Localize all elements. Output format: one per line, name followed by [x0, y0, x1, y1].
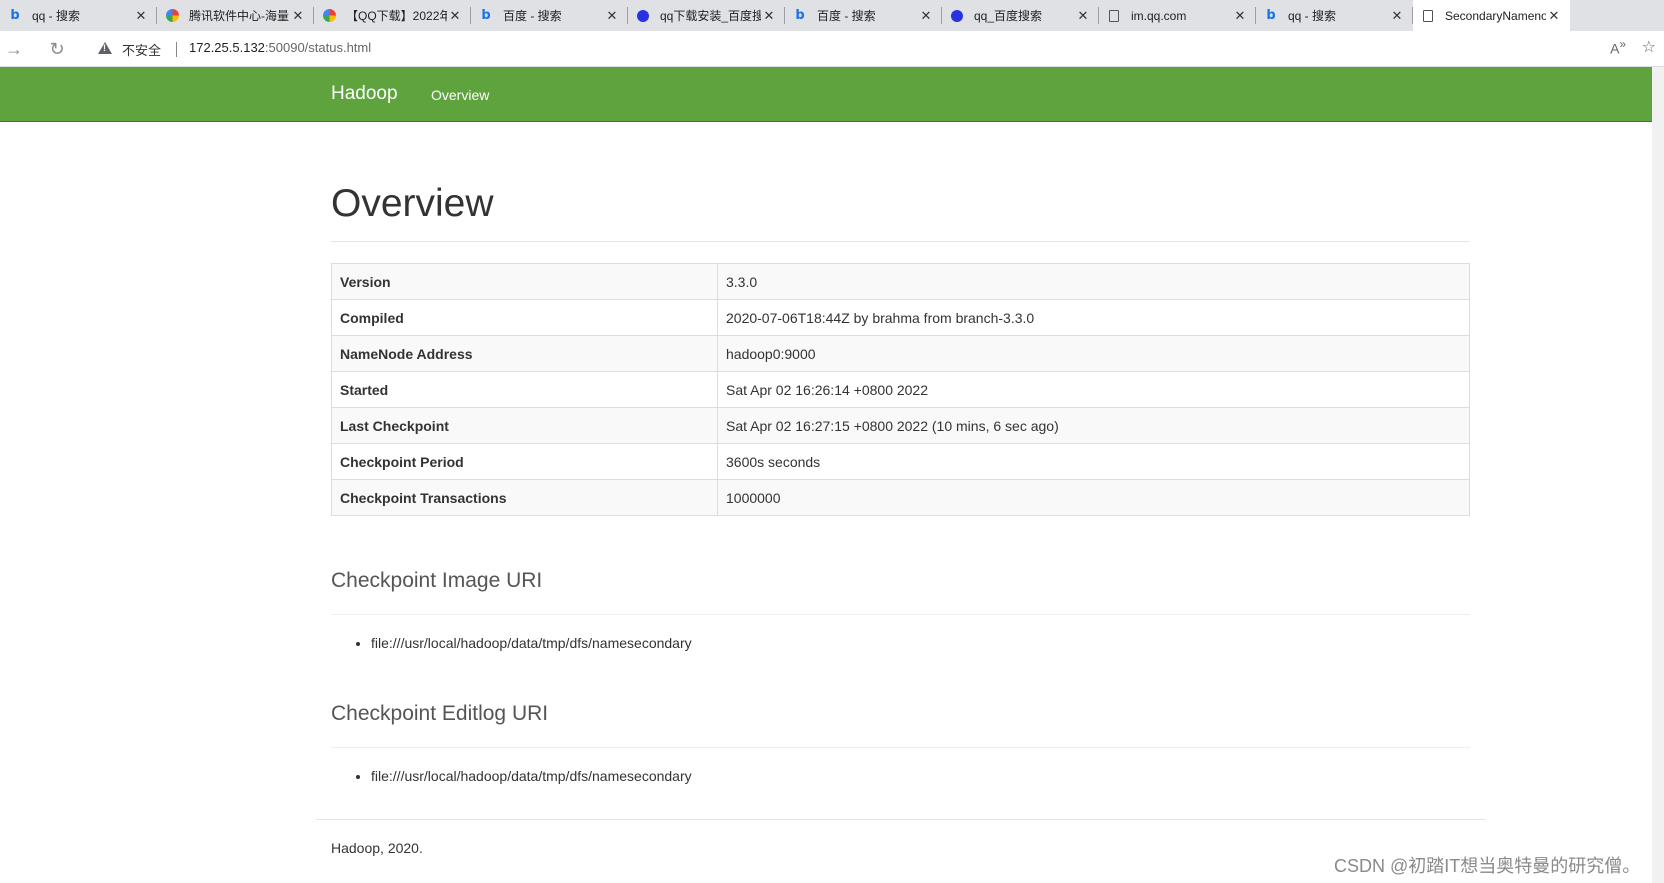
row-value: Sat Apr 02 16:26:14 +0800 2022 [717, 371, 1470, 408]
reload-icon[interactable]: ↻ [45, 37, 69, 61]
warning-icon[interactable] [98, 42, 112, 54]
table-row: Started Sat Apr 02 16:26:14 +0800 2022 [331, 371, 1470, 408]
tencent-software-icon [165, 9, 179, 23]
row-value: 1000000 [717, 479, 1470, 516]
browser-tab-strip: b qq - 搜索 ✕ 腾讯软件中心-海量 ✕ 【QQ下载】2022年 ✕ b … [0, 0, 1664, 31]
bing-icon: b [795, 8, 805, 23]
browser-tab[interactable]: 腾讯软件中心-海量 ✕ [157, 0, 314, 31]
tab-title: 百度 - 搜索 [503, 9, 562, 23]
tab-title: qq - 搜索 [1288, 9, 1337, 23]
url-host: 172.25.5.132 [189, 40, 265, 55]
forward-arrow-icon[interactable]: → [2, 37, 26, 61]
row-key: NameNode Address [331, 335, 718, 372]
security-label[interactable]: 不安全 [122, 40, 161, 59]
row-value: 3600s seconds [717, 443, 1470, 480]
nav-link-overview[interactable]: Overview [431, 87, 489, 103]
browser-tab[interactable]: b 百度 - 搜索 ✕ [471, 0, 628, 31]
tencent-software-icon [322, 9, 336, 23]
row-value: 3.3.0 [717, 263, 1470, 300]
divider [331, 614, 1470, 615]
table-row: Last Checkpoint Sat Apr 02 16:27:15 +080… [331, 407, 1470, 444]
page-icon [1421, 9, 1435, 23]
tab-title: qq_百度搜索 [974, 9, 1043, 23]
divider [331, 747, 1470, 748]
image-uri-heading: Checkpoint Image URI [331, 569, 543, 592]
table-row: Checkpoint Period 3600s seconds [331, 443, 1470, 480]
tab-title: SecondaryNamenode [1445, 8, 1546, 23]
browser-tab-active[interactable]: SecondaryNamenode ✕ [1413, 0, 1570, 31]
baidu-icon [950, 9, 964, 23]
close-icon[interactable]: ✕ [1546, 8, 1562, 24]
tab-title: im.qq.com [1131, 8, 1187, 23]
brand-logo[interactable]: Hadoop [331, 83, 398, 105]
row-value: Sat Apr 02 16:27:15 +0800 2022 (10 mins,… [717, 407, 1470, 444]
baidu-icon [636, 9, 650, 23]
list-item: file:///usr/local/hadoop/data/tmp/dfs/na… [371, 635, 692, 651]
row-key: Version [331, 263, 718, 300]
navbar: Hadoop Overview [0, 67, 1664, 122]
favorite-star-icon[interactable]: ☆ [1642, 37, 1656, 57]
browser-tab[interactable]: b 百度 - 搜索 ✕ [785, 0, 942, 31]
row-key: Checkpoint Period [331, 443, 718, 480]
row-key: Started [331, 371, 718, 408]
footer-divider [316, 819, 1486, 820]
table-row: NameNode Address hadoop0:9000 [331, 335, 1470, 372]
close-icon[interactable]: ✕ [918, 8, 934, 24]
tab-title: 百度 - 搜索 [817, 9, 876, 23]
address-bar: → ↻ 不安全 172.25.5.132:50090/status.html A… [0, 31, 1664, 67]
watermark: CSDN @初踏IT想当奥特曼的研究僧。 [1334, 856, 1641, 876]
close-icon[interactable]: ✕ [1075, 8, 1091, 24]
scrollbar[interactable] [1652, 67, 1664, 883]
editlog-uri-list: file:///usr/local/hadoop/data/tmp/dfs/na… [331, 768, 692, 784]
bing-icon: b [481, 8, 491, 23]
url-path: :50090/status.html [264, 40, 372, 55]
divider [176, 42, 177, 57]
close-icon[interactable]: ✕ [1232, 8, 1248, 24]
footer-text: Hadoop, 2020. [331, 840, 423, 856]
tab-title: 【QQ下载】2022年 [346, 9, 447, 23]
table-row: Version 3.3.0 [331, 263, 1470, 300]
table-row: Checkpoint Transactions 1000000 [331, 479, 1470, 516]
editlog-uri-heading: Checkpoint Editlog URI [331, 702, 549, 725]
info-table: Version 3.3.0 Compiled 2020-07-06T18:44Z… [331, 263, 1470, 516]
page-icon [1107, 9, 1121, 23]
browser-tab[interactable]: 【QQ下载】2022年 ✕ [314, 0, 471, 31]
close-icon[interactable]: ✕ [604, 8, 620, 24]
browser-tab[interactable]: qq下载安装_百度搜 ✕ [628, 0, 785, 31]
table-row: Compiled 2020-07-06T18:44Z by brahma fro… [331, 299, 1470, 336]
row-value: 2020-07-06T18:44Z by brahma from branch-… [717, 299, 1470, 336]
browser-tab[interactable]: qq_百度搜索 ✕ [942, 0, 1099, 31]
close-icon[interactable]: ✕ [1389, 8, 1405, 24]
row-key: Last Checkpoint [331, 407, 718, 444]
row-key: Checkpoint Transactions [331, 479, 718, 516]
close-icon[interactable]: ✕ [447, 8, 463, 24]
divider [331, 241, 1470, 242]
close-icon[interactable]: ✕ [133, 8, 149, 24]
image-uri-list: file:///usr/local/hadoop/data/tmp/dfs/na… [331, 635, 692, 651]
browser-tab[interactable]: b qq - 搜索 ✕ [1256, 0, 1413, 31]
page-title: Overview [331, 182, 494, 225]
close-icon[interactable]: ✕ [761, 8, 777, 24]
browser-tab[interactable]: im.qq.com ✕ [1099, 0, 1256, 31]
bing-icon: b [1266, 8, 1276, 23]
row-value: hadoop0:9000 [717, 335, 1470, 372]
close-icon[interactable]: ✕ [290, 8, 306, 24]
bing-icon: b [10, 8, 20, 23]
list-item: file:///usr/local/hadoop/data/tmp/dfs/na… [371, 768, 692, 784]
tab-title: qq - 搜索 [32, 9, 81, 23]
tab-title: qq下载安装_百度搜 [660, 9, 761, 23]
row-key: Compiled [331, 299, 718, 336]
tab-title: 腾讯软件中心-海量 [189, 9, 289, 23]
read-aloud-icon[interactable]: A» [1610, 38, 1626, 57]
browser-tab[interactable]: b qq - 搜索 ✕ [0, 0, 157, 31]
url-field[interactable]: 172.25.5.132:50090/status.html [189, 40, 371, 55]
